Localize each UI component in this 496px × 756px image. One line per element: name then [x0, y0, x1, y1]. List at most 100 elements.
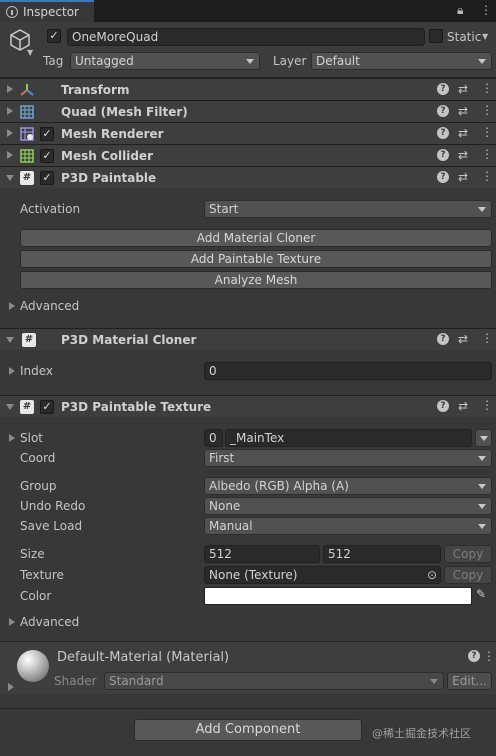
- foldout-arrow-icon[interactable]: [7, 151, 13, 159]
- foldout-arrow-icon[interactable]: [7, 129, 13, 137]
- presets-icon[interactable]: ⇄: [458, 332, 468, 346]
- p3d-material-cloner-header[interactable]: # P3D Material Cloner ? ⇄ ⋮: [0, 328, 496, 350]
- help-icon[interactable]: ?: [437, 149, 449, 161]
- script-icon: #: [20, 171, 34, 185]
- advanced-label[interactable]: Advanced: [20, 299, 79, 313]
- more-icon[interactable]: ⋮: [481, 147, 493, 161]
- presets-icon[interactable]: ⇄: [458, 126, 468, 140]
- p3d-paintable-title: P3D Paintable: [61, 171, 157, 185]
- size-copy-button[interactable]: Copy: [444, 545, 492, 563]
- texture-advanced-label[interactable]: Advanced: [20, 615, 79, 629]
- advanced-foldout-icon[interactable]: [9, 302, 15, 310]
- tag-dropdown[interactable]: Untagged: [70, 52, 260, 70]
- object-picker-icon[interactable]: ⊙: [427, 567, 437, 583]
- help-icon[interactable]: ?: [437, 127, 449, 139]
- texture-copy-button[interactable]: Copy: [444, 566, 492, 584]
- help-icon[interactable]: ?: [437, 333, 449, 345]
- script-icon: #: [22, 333, 36, 347]
- tab-bar: Inspector 🔒︎ ⋮: [0, 0, 496, 22]
- size-height-field[interactable]: 512: [323, 545, 441, 563]
- more-icon[interactable]: ⋮: [481, 103, 493, 117]
- mesh-renderer-icon: [20, 127, 34, 141]
- presets-icon[interactable]: ⇄: [458, 170, 468, 184]
- presets-icon[interactable]: ⇄: [458, 148, 468, 162]
- foldout-arrow-icon[interactable]: [7, 85, 13, 93]
- size-label: Size: [20, 547, 45, 561]
- mesh-filter-header[interactable]: Quad (Mesh Filter) ? ⇄ ⋮: [0, 100, 496, 122]
- help-icon[interactable]: ?: [437, 400, 449, 412]
- p3d-paintable-header[interactable]: # ✓ P3D Paintable ? ⇄ ⋮: [0, 166, 496, 188]
- save-load-value: Manual: [209, 519, 253, 533]
- more-icon[interactable]: ⋮: [481, 169, 493, 183]
- slot-foldout-icon[interactable]: [9, 434, 15, 442]
- add-paintable-texture-button[interactable]: Add Paintable Texture: [20, 250, 492, 268]
- color-swatch[interactable]: [204, 587, 472, 605]
- coord-label: Coord: [20, 451, 56, 465]
- more-icon[interactable]: ⋮: [483, 649, 495, 663]
- mesh-collider-header[interactable]: ✓ Mesh Collider ? ⇄ ⋮: [0, 144, 496, 166]
- p3d-paintable-enabled-checkbox[interactable]: ✓: [40, 171, 54, 185]
- material-foldout-icon[interactable]: [8, 683, 14, 691]
- slot-dropdown[interactable]: [475, 429, 492, 447]
- object-name-field[interactable]: OneMoreQuad: [67, 28, 425, 46]
- chevron-down-icon: [478, 484, 486, 489]
- foldout-arrow-icon[interactable]: [7, 107, 13, 115]
- mesh-renderer-enabled-checkbox[interactable]: ✓: [40, 127, 54, 141]
- foldout-arrow-icon[interactable]: [6, 337, 14, 343]
- static-checkbox[interactable]: [429, 29, 443, 43]
- presets-icon[interactable]: ⇄: [458, 82, 468, 96]
- save-load-dropdown[interactable]: Manual: [204, 517, 492, 535]
- icon-dropdown-arrow-icon[interactable]: ▼: [27, 48, 33, 57]
- chevron-down-icon: [478, 524, 486, 529]
- inspector-tab[interactable]: Inspector: [0, 0, 94, 22]
- layer-dropdown[interactable]: Default: [311, 52, 492, 70]
- shader-edit-button[interactable]: Edit...: [447, 672, 492, 690]
- add-material-cloner-button[interactable]: Add Material Cloner: [20, 229, 492, 247]
- separator: [0, 708, 496, 709]
- help-icon[interactable]: ?: [437, 105, 449, 117]
- size-width-field[interactable]: 512: [204, 545, 320, 563]
- shader-dropdown[interactable]: Standard: [104, 672, 444, 690]
- foldout-arrow-icon[interactable]: [6, 404, 14, 410]
- mesh-collider-enabled-checkbox[interactable]: ✓: [40, 149, 54, 163]
- mesh-renderer-title: Mesh Renderer: [61, 127, 164, 141]
- help-icon[interactable]: ?: [437, 171, 449, 183]
- help-icon[interactable]: ?: [437, 83, 449, 95]
- texture-field[interactable]: None (Texture) ⊙: [204, 566, 441, 584]
- analyze-mesh-button[interactable]: Analyze Mesh: [20, 271, 492, 289]
- tab-menu-icon[interactable]: ⋮: [480, 3, 492, 17]
- more-icon[interactable]: ⋮: [481, 81, 493, 95]
- add-component-button[interactable]: Add Component: [134, 719, 362, 741]
- eyedropper-icon[interactable]: ✎: [476, 587, 486, 601]
- transform-header[interactable]: Transform ? ⇄ ⋮: [0, 78, 496, 100]
- coord-dropdown[interactable]: First: [204, 449, 492, 467]
- undo-redo-dropdown[interactable]: None: [204, 497, 492, 515]
- more-icon[interactable]: ⋮: [481, 398, 493, 412]
- script-icon: #: [20, 400, 34, 414]
- help-icon[interactable]: ?: [468, 650, 480, 662]
- active-checkbox[interactable]: ✓: [47, 29, 61, 43]
- tag-label: Tag: [43, 54, 64, 68]
- foldout-arrow-icon[interactable]: [6, 175, 14, 181]
- chevron-down-icon: [478, 207, 486, 212]
- lock-icon[interactable]: 🔒︎: [457, 3, 463, 18]
- index-field[interactable]: 0: [204, 362, 492, 380]
- group-label: Group: [20, 479, 57, 493]
- inspector-tab-label: Inspector: [23, 5, 79, 19]
- more-icon[interactable]: ⋮: [481, 125, 493, 139]
- activation-dropdown[interactable]: Start: [204, 200, 492, 218]
- presets-icon[interactable]: ⇄: [458, 104, 468, 118]
- presets-icon[interactable]: ⇄: [458, 399, 468, 413]
- more-icon[interactable]: ⋮: [481, 331, 493, 345]
- p3d-paintable-texture-header[interactable]: # ✓ P3D Paintable Texture ? ⇄ ⋮: [0, 395, 496, 417]
- static-dropdown-icon[interactable]: ▼: [482, 32, 488, 41]
- group-dropdown[interactable]: Albedo (RGB) Alpha (A): [204, 477, 492, 495]
- material-name: Default-Material (Material): [57, 650, 230, 665]
- p3d-paintable-texture-enabled-checkbox[interactable]: ✓: [40, 400, 54, 414]
- index-foldout-icon[interactable]: [9, 367, 15, 375]
- mesh-renderer-header[interactable]: ✓ Mesh Renderer ? ⇄ ⋮: [0, 122, 496, 144]
- advanced-foldout-icon[interactable]: [9, 618, 15, 626]
- material-preview-sphere: [17, 650, 49, 682]
- slot-index-field[interactable]: 0: [204, 429, 223, 447]
- slot-name-field[interactable]: _MainTex: [225, 429, 472, 447]
